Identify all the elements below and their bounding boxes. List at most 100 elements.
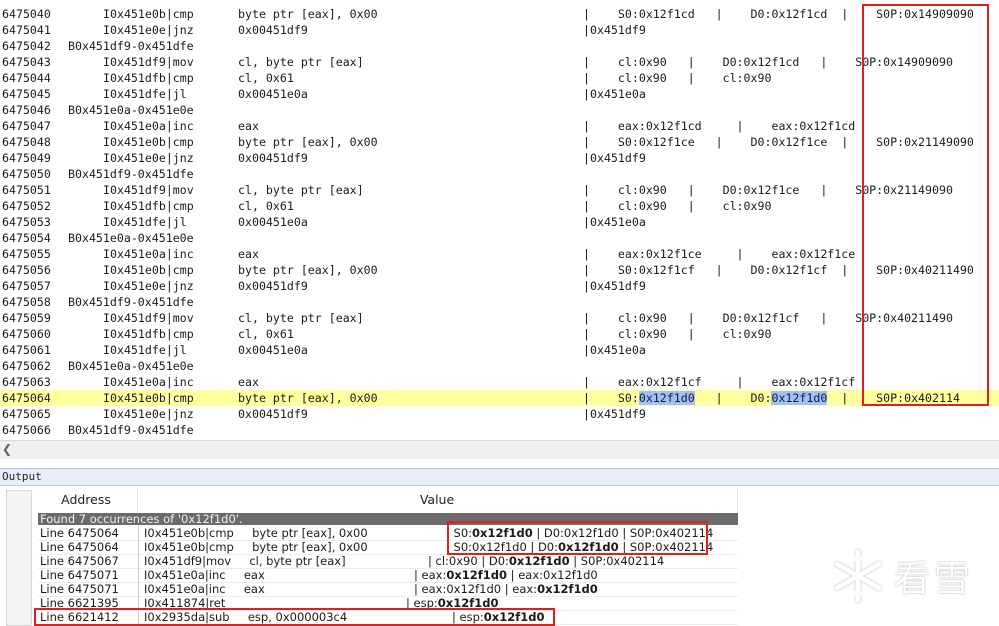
scroll-left-icon[interactable]: ❮ (2, 442, 12, 456)
trace-operands: eax (238, 247, 259, 261)
trace-line-number: 6475064 (2, 391, 51, 405)
trace-instruction: I0x451dfe|jl (103, 87, 187, 101)
result-row[interactable]: Line 6475071 I0x451e0a|inc eax | eax:0x12f… (38, 582, 738, 597)
trace-block-label: B0x451df9-0x451dfe (68, 167, 194, 181)
trace-block-label: B0x451df9-0x451dfe (68, 295, 194, 309)
trace-row[interactable]: 6475065 I0x451e0e|jnz 0x00451df9 |0x451df9 (0, 406, 999, 422)
trace-instruction: I0x451dfe|jl (103, 343, 187, 357)
trace-instruction: I0x451df9|mov (103, 311, 194, 325)
trace-register-values: | eax:0x12f1cd | eax:0x12f1cd (583, 119, 856, 133)
result-row[interactable]: Line 6475067 I0x451df9|mov cl, byte ptr [… (38, 554, 738, 569)
result-register-values: | S0:0x12f1d0 | D0:0x12f1d0 | S0P:0x4021… (446, 526, 714, 540)
register-text: | S0P:0x402114 (569, 554, 665, 568)
trace-row[interactable]: 6475041 I0x451e0e|jnz 0x00451df9 |0x451df9 (0, 22, 999, 38)
trace-instruction: I0x451e0e|jnz (103, 151, 194, 165)
trace-line-number: 6475057 (2, 279, 51, 293)
column-header-value[interactable]: Value (137, 488, 738, 512)
trace-register-values: |0x451df9 (583, 151, 646, 165)
horizontal-scrollbar[interactable]: ❮ (0, 440, 999, 459)
result-row[interactable]: Line 6621395 I0x411874|ret | esp:0x12f1d0 (38, 596, 738, 611)
register-text: S0: (453, 526, 473, 540)
trace-row[interactable]: 6475051 I0x451df9|mov cl, byte ptr [eax] | … (0, 182, 999, 198)
trace-operands: 0x00451df9 (238, 279, 308, 293)
register-text: eax: (421, 568, 447, 582)
trace-row[interactable]: 6475064 I0x451e0b|cmp byte ptr [eax], 0x00… (0, 390, 999, 406)
trace-row[interactable]: 6475049 I0x451e0e|jnz 0x00451df9 |0x451df9 (0, 150, 999, 166)
trace-row[interactable]: 6475044 I0x451dfb|cmp cl, 0x61 | cl:0x90 | … (0, 70, 999, 86)
trace-row[interactable]: 6475046 B0x451e0a-0x451e0e (0, 102, 999, 118)
trace-register-values: | cl:0x90 | D0:0x12f1cf | S0P:0x40211490 (583, 311, 953, 325)
trace-operands: eax (238, 375, 259, 389)
match-highlight: 0x12f1d0 (537, 582, 598, 596)
trace-row[interactable]: 6475043 I0x451df9|mov cl, byte ptr [eax] | … (0, 54, 999, 70)
register-text: S0:0x12f1d0 | D0: (453, 540, 558, 554)
trace-row[interactable]: 6475054 B0x451e0a-0x451e0e (0, 230, 999, 246)
result-instruction: I0x451e0b|cmp byte ptr [eax], 0x00 (144, 540, 368, 554)
match-highlight: 0x12f1d0 (437, 596, 499, 610)
trace-register-values: | cl:0x90 | cl:0x90 (583, 199, 772, 213)
trace-block-label: B0x451e0a-0x451e0e (68, 231, 194, 245)
trace-line-number: 6475040 (2, 7, 51, 21)
trace-line-number: 6475043 (2, 55, 51, 69)
trace-line-number: 6475059 (2, 311, 51, 325)
trace-instruction: I0x451e0a|inc (103, 247, 194, 261)
result-row[interactable]: Line 6621412 I0x2935da|sub esp, 0x000003c… (38, 610, 738, 625)
result-instruction: I0x451e0a|inc eax (144, 568, 265, 582)
register-text: | S0P:0x402114 (618, 540, 714, 554)
trace-operands: 0x00451df9 (238, 151, 308, 165)
trace-register-values: | S0:0x12f1cf | D0:0x12f1cf | S0P:0x4021… (583, 263, 974, 277)
trace-line-number: 6475042 (2, 39, 51, 53)
trace-row[interactable]: 6475057 I0x451e0e|jnz 0x00451df9 |0x451df9 (0, 278, 999, 294)
match-highlight: 0x12f1d0 (472, 526, 533, 540)
trace-row[interactable]: 6475056 I0x451e0b|cmp byte ptr [eax], 0x00… (0, 262, 999, 278)
result-row[interactable]: Line 6475071 I0x451e0a|inc eax | eax:0x12f… (38, 568, 738, 583)
trace-instruction: I0x451e0a|inc (103, 119, 194, 133)
result-row[interactable]: Line 6475064 I0x451e0b|cmp byte ptr [eax]… (38, 526, 738, 541)
trace-row[interactable]: 6475040 I0x451e0b|cmp byte ptr [eax], 0x00… (0, 6, 999, 22)
result-register-values: | eax:0x12f1d0 | eax:0x12f1d0 (414, 568, 598, 582)
trace-line-number: 6475046 (2, 103, 51, 117)
trace-row[interactable]: 6475058 B0x451df9-0x451dfe (0, 294, 999, 310)
trace-operands: cl, 0x61 (238, 327, 294, 341)
trace-row[interactable]: 6475052 I0x451dfb|cmp cl, 0x61 | cl:0x90 | … (0, 198, 999, 214)
result-instruction: I0x411874|ret (144, 596, 226, 610)
trace-line-number: 6475041 (2, 23, 51, 37)
trace-row[interactable]: 6475062 B0x451e0a-0x451e0e (0, 358, 999, 374)
trace-operands: cl, byte ptr [eax] (238, 183, 364, 197)
trace-row[interactable]: 6475050 B0x451df9-0x451dfe (0, 166, 999, 182)
trace-operands: 0x00451df9 (238, 23, 308, 37)
trace-register-values: | eax:0x12f1cf | eax:0x12f1cf (583, 375, 856, 389)
trace-operands: byte ptr [eax], 0x00 (238, 391, 378, 405)
result-line-address: Line 6475064 (40, 540, 119, 554)
output-side-gutter (6, 490, 32, 626)
column-header-address[interactable]: Address (35, 488, 138, 512)
trace-row[interactable]: 6475060 I0x451dfb|cmp cl, 0x61 | cl:0x90 | … (0, 326, 999, 342)
trace-register-values: | eax:0x12f1ce | eax:0x12f1ce (583, 247, 856, 261)
trace-row[interactable]: 6475042 B0x451df9-0x451dfe (0, 38, 999, 54)
trace-operands: cl, 0x61 (238, 71, 294, 85)
trace-row[interactable]: 6475061 I0x451dfe|jl 0x00451e0a |0x451e0a (0, 342, 999, 358)
trace-row[interactable]: 6475055 I0x451e0a|inc eax | eax:0x12f1ce | … (0, 246, 999, 262)
trace-operands: byte ptr [eax], 0x00 (238, 263, 378, 277)
kanxue-watermark-logo: 看雪 (828, 546, 998, 606)
trace-row[interactable]: 6475047 I0x451e0a|inc eax | eax:0x12f1cd | … (0, 118, 999, 134)
trace-instruction: I0x451e0e|jnz (103, 407, 194, 421)
trace-line-number: 6475060 (2, 327, 51, 341)
trace-instruction: I0x451df9|mov (103, 55, 194, 69)
trace-row[interactable]: 6475059 I0x451df9|mov cl, byte ptr [eax] | … (0, 310, 999, 326)
trace-row[interactable]: 6475045 I0x451dfe|jl 0x00451e0a |0x451e0a (0, 86, 999, 102)
trace-row[interactable]: 6475066 B0x451df9-0x451dfe (0, 422, 999, 438)
result-instruction: I0x451e0b|cmp byte ptr [eax], 0x00 (144, 526, 368, 540)
result-row[interactable]: Line 6475064 I0x451e0b|cmp byte ptr [eax]… (38, 540, 738, 555)
trace-line-number: 6475045 (2, 87, 51, 101)
trace-operands: byte ptr [eax], 0x00 (238, 7, 378, 21)
trace-row[interactable]: 6475063 I0x451e0a|inc eax | eax:0x12f1cf | … (0, 374, 999, 390)
trace-instruction: I0x451e0b|cmp (103, 7, 194, 21)
selected-value: 0x12f1d0 (771, 391, 828, 405)
trace-row[interactable]: 6475048 I0x451e0b|cmp byte ptr [eax], 0x00… (0, 134, 999, 150)
trace-operands: 0x00451e0a (238, 215, 308, 229)
trace-instruction: I0x451df9|mov (103, 183, 194, 197)
trace-row[interactable]: 6475053 I0x451dfe|jl 0x00451e0a |0x451e0a (0, 214, 999, 230)
trace-operands: eax (238, 119, 259, 133)
trace-view[interactable]: 6475040 I0x451e0b|cmp byte ptr [eax], 0x00… (0, 0, 999, 440)
